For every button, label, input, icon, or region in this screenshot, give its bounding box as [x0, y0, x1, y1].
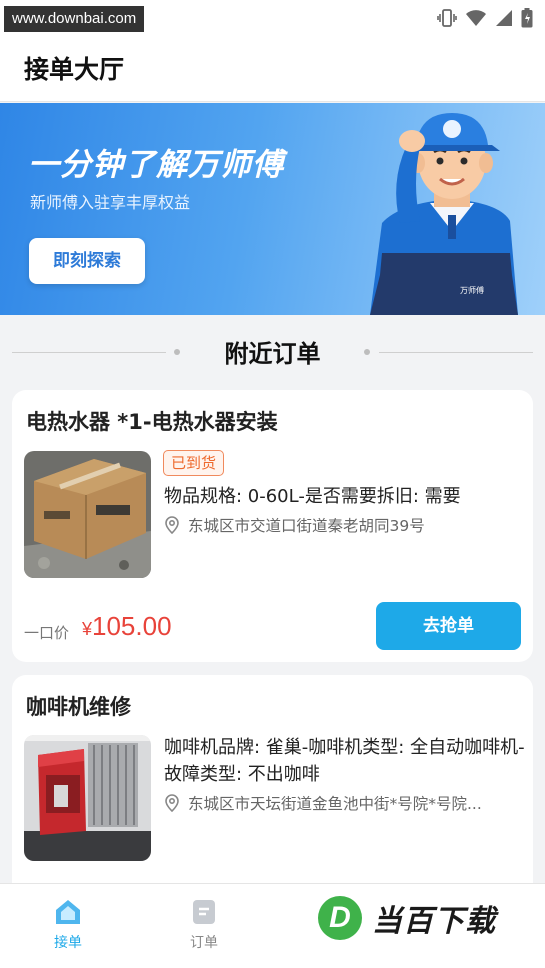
watermark-label: www.downbai.com [4, 6, 145, 32]
status-icons [437, 8, 533, 28]
divider-dot-right [364, 349, 370, 355]
status-badge: 已到货 [163, 450, 225, 476]
worker-mascot-illustration: 万师傅 [370, 113, 518, 315]
status-bar: www.downbai.com [0, 0, 545, 36]
app-header: 接单大厅 [0, 36, 545, 102]
location-pin-icon [165, 516, 179, 534]
wifi-icon [465, 9, 487, 27]
signal-icon [495, 9, 513, 27]
page-title: 接单大厅 [24, 55, 125, 84]
brand-logo-letter: D [318, 896, 362, 940]
order-description: 咖啡机品牌: 雀巢-咖啡机类型: 全自动咖啡机-故障类型: 不出咖啡 [164, 737, 525, 785]
order-title: 咖啡机维修 [26, 695, 131, 719]
banner-subtitle: 新师傅入驻享丰厚权益 [30, 193, 191, 212]
order-description: 物品规格: 0-60L-是否需要拆旧: 需要 [164, 486, 461, 507]
divider-right [379, 352, 533, 353]
order-image-coffee-machine [24, 735, 151, 861]
order-card[interactable]: 电热水器 *1-电热水器安装 已到货 物品规格: 0-60L-是否需要拆旧: 需… [12, 390, 533, 662]
banner-title: 一分钟了解万师傅 [28, 147, 284, 183]
order-address-text: 东城区市交道口街道秦老胡同39号 [188, 517, 425, 535]
brand-logo-text: 当百下载 [372, 904, 496, 939]
bottom-tab-bar: 接单 订单 D 当百下载 [0, 883, 545, 968]
order-address: 东城区市天坛街道金鱼池中街*号院*号院... [164, 792, 482, 814]
battery-icon [521, 8, 533, 28]
tab-label: 订单 [190, 935, 218, 951]
explore-button[interactable]: 即刻探索 [29, 238, 145, 284]
vibrate-icon [437, 9, 457, 27]
order-price-value: 105.00 [92, 611, 172, 641]
nearby-orders-heading: 附近订单 [0, 330, 545, 374]
order-address: 东城区市交道口街道秦老胡同39号 [164, 514, 425, 536]
tab-label: 接单 [54, 935, 82, 951]
order-card[interactable]: 咖啡机维修 咖啡机品牌: 雀巢-咖啡机类型: 全自动咖啡机-故障类型: 不出咖啡… [12, 675, 533, 905]
order-image-water-heater-box [24, 451, 151, 578]
price-label: 一口价 [24, 624, 70, 642]
downbai-watermark-logo: D 当百下载 [318, 896, 540, 940]
order-price: ¥105.00 [82, 611, 172, 642]
location-pin-icon [165, 794, 179, 812]
promo-banner[interactable]: 一分钟了解万师傅 新师傅入驻享丰厚权益 即刻探索 万师傅 [0, 103, 545, 315]
tab-accept-orders[interactable]: 接单 [28, 898, 108, 952]
order-title: 电热水器 *1-电热水器安装 [26, 410, 278, 434]
tab-orders[interactable]: 订单 [164, 898, 244, 952]
order-address-text: 东城区市天坛街道金鱼池中街*号院*号院... [188, 795, 482, 813]
grab-order-button[interactable]: 去抢单 [376, 602, 521, 650]
shirt-logo: 万师傅 [460, 285, 484, 295]
hall-icon [54, 898, 82, 926]
document-icon [190, 898, 218, 926]
currency-symbol: ¥ [82, 619, 93, 639]
